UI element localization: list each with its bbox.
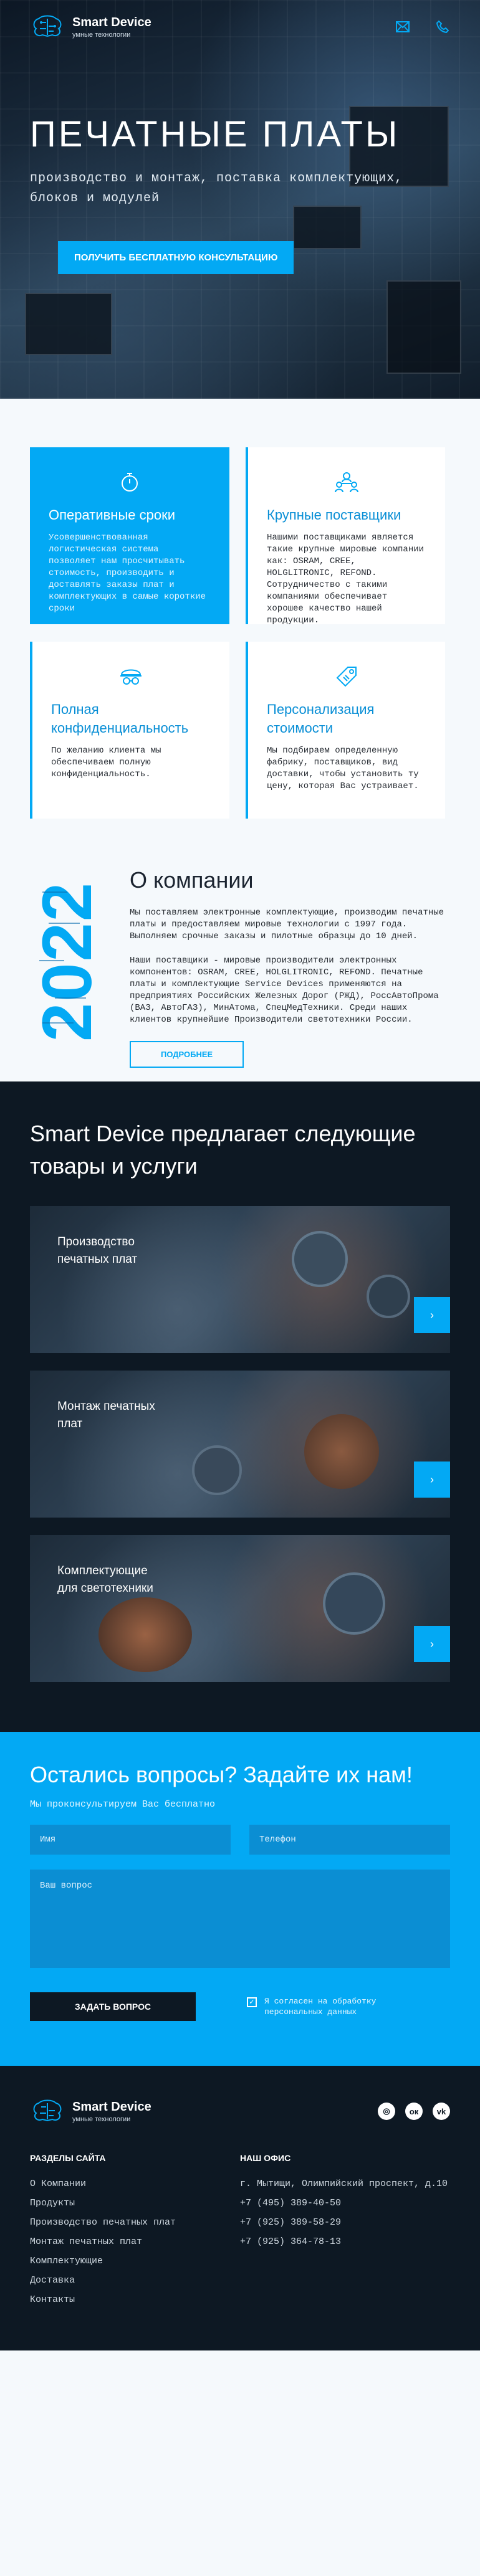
footer-logo[interactable]: Smart Device умные технологии: [30, 2098, 151, 2124]
brand-name: Smart Device: [72, 15, 151, 29]
about-title: О компании: [130, 867, 254, 893]
office-phone[interactable]: +7 (495) 389-40-50: [240, 2197, 450, 2210]
mail-icon[interactable]: [395, 19, 410, 34]
feature-card: Оперативные сроки Усовершенствованная ло…: [30, 447, 229, 624]
about-section: 2022 О компании Мы поставляем электронны…: [0, 819, 480, 1068]
feature-title: Полная конфиденциальность: [51, 701, 189, 736]
submit-question-button[interactable]: ЗАДАТЬ ВОПРОС: [30, 1992, 196, 2021]
suppliers-icon: [267, 465, 426, 500]
brand-tagline: умные технологии: [72, 2115, 131, 2123]
question-field[interactable]: [30, 1870, 450, 1968]
brand-name: Smart Device: [72, 2099, 151, 2114]
office-address: г. Мытищи, Олимпийский проспект, д.10: [240, 2179, 448, 2189]
arrow-right-icon[interactable]: ›: [414, 1461, 450, 1498]
footer-link-pcb-assembly[interactable]: Монтаж печатных плат: [30, 2236, 240, 2248]
service-card[interactable]: Производство печатных плат ›: [30, 1206, 450, 1353]
chip-decoration: [25, 293, 112, 355]
hero-title: ПЕЧАТНЫЕ ПЛАТЫ: [30, 114, 400, 154]
site-footer: Smart Device умные технологии ◎ ок vk РА…: [0, 2066, 480, 2350]
arrow-right-icon[interactable]: ›: [414, 1297, 450, 1333]
consent-label: Я согласен на обработку персональных дан…: [264, 1997, 377, 2017]
coil-decoration: [98, 1597, 192, 1672]
coil-decoration: [304, 1414, 379, 1489]
features-grid: Оперативные сроки Усовершенствованная ло…: [0, 399, 480, 819]
checkmark-icon[interactable]: ✓: [247, 1997, 257, 2007]
footer-link-delivery[interactable]: Доставка: [30, 2274, 240, 2287]
instagram-icon[interactable]: ◎: [378, 2103, 395, 2120]
capacitor-decoration: [367, 1275, 410, 1318]
contact-subtitle: Мы проконсультируем Вас бесплатно: [30, 1799, 216, 1810]
service-label: Производство печатных плат: [57, 1235, 138, 1266]
site-header: Smart Device умные технологии: [0, 0, 480, 54]
service-label: Комплектующие для светотехники: [57, 1564, 153, 1595]
consent-checkbox[interactable]: ✓ Я согласен на обработку персональных д…: [247, 1996, 390, 2017]
services-title: Smart Device предлагает следующие товары…: [30, 1121, 416, 1179]
capacitor-decoration: [292, 1231, 348, 1287]
more-button[interactable]: ПОДРОБНЕЕ: [130, 1041, 244, 1068]
arrow-right-icon[interactable]: ›: [414, 1626, 450, 1662]
office-phone[interactable]: +7 (925) 389-58-29: [240, 2217, 450, 2229]
name-field[interactable]: [30, 1825, 231, 1855]
footer-office: НАШ ОФИС г. Мытищи, Олимпийский проспект…: [240, 2153, 450, 2313]
phone-icon[interactable]: [435, 19, 450, 34]
consultation-button[interactable]: ПОЛУЧИТЬ БЕСПЛАТНУЮ КОНСУЛЬТАЦИЮ: [58, 241, 294, 274]
feature-card: Персонализация стоимости Мы подбираем оп…: [246, 642, 445, 819]
feature-text: Мы подбираем определенную фабрику, поста…: [267, 746, 419, 791]
office-heading: НАШ ОФИС: [240, 2153, 291, 2163]
footer-link-contacts[interactable]: Контакты: [30, 2294, 240, 2306]
phone-field[interactable]: [249, 1825, 450, 1855]
year-text: 2022: [30, 882, 106, 1042]
brain-logo-icon: [33, 15, 62, 37]
feature-title: Крупные поставщики: [267, 507, 401, 523]
service-label: Монтаж печатных плат: [57, 1400, 155, 1430]
feature-card: Крупные поставщики Нашими поставщиками я…: [246, 447, 445, 625]
about-paragraph-2: Наши поставщики - мировые производители …: [130, 956, 439, 1025]
about-paragraph-1: Мы поставляем электронные комплектующие,…: [130, 908, 444, 941]
sections-heading: РАЗДЕЛЫ САЙТА: [30, 2153, 106, 2163]
service-card[interactable]: Монтаж печатных плат ›: [30, 1371, 450, 1518]
feature-title: Оперативные сроки: [49, 507, 175, 523]
footer-link-components[interactable]: Комплектующие: [30, 2255, 240, 2268]
footer-link-products[interactable]: Продукты: [30, 2197, 240, 2210]
feature-text: Усовершенствованная логистическая систем…: [49, 533, 206, 614]
office-phone[interactable]: +7 (925) 364-78-13: [240, 2236, 450, 2248]
price-tag-icon: [267, 659, 426, 694]
vk-icon[interactable]: vk: [433, 2103, 450, 2120]
brand-tagline: умные технологии: [72, 31, 131, 39]
logo[interactable]: Smart Device умные технологии: [30, 14, 151, 40]
hero: Smart Device умные технологии ПЕЧАТНЫЕ П…: [0, 0, 480, 399]
contact-section: Остались вопросы? Задайте их нам! Мы про…: [0, 1732, 480, 2066]
footer-link-about[interactable]: О Компании: [30, 2178, 240, 2190]
brain-logo-icon: [33, 2099, 62, 2122]
privacy-icon: [51, 659, 211, 694]
odnoklassniki-icon[interactable]: ок: [405, 2103, 423, 2120]
year-graphic: 2022: [28, 867, 117, 1062]
contact-title: Остались вопросы? Задайте их нам!: [30, 1762, 413, 1787]
feature-text: По желанию клиента мы обеспечиваем полну…: [51, 746, 161, 779]
feature-title: Персонализация стоимости: [267, 701, 375, 736]
services-section: Smart Device предлагает следующие товары…: [0, 1081, 480, 1732]
chip-decoration: [386, 280, 461, 374]
capacitor-decoration: [323, 1572, 385, 1635]
stopwatch-icon: [49, 465, 211, 500]
footer-sections: РАЗДЕЛЫ САЙТА О Компании Продукты Произв…: [30, 2153, 240, 2313]
feature-text: Нашими поставщиками является такие крупн…: [267, 533, 425, 625]
hero-subtitle: производство и монтаж, поставка комплект…: [30, 171, 403, 206]
capacitor-decoration: [192, 1445, 242, 1495]
footer-link-pcb-production[interactable]: Производство печатных плат: [30, 2217, 240, 2229]
feature-card: Полная конфиденциальность По желанию кли…: [30, 642, 229, 819]
service-card[interactable]: Комплектующие для светотехники ›: [30, 1535, 450, 1682]
